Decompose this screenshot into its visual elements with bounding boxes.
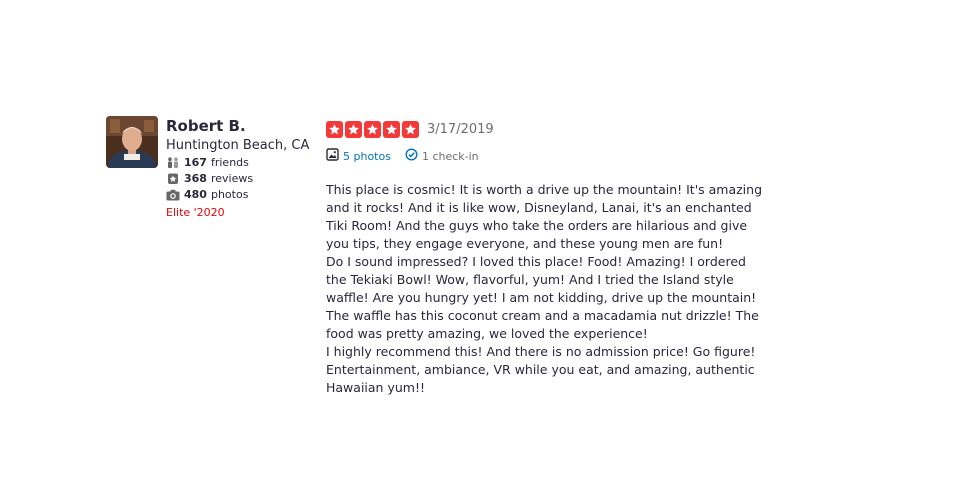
review-line: This place is cosmic! It is worth a driv…: [326, 182, 763, 197]
review-line: Tiki Room! And the guys who take the ord…: [326, 218, 748, 233]
checkin-icon: [405, 148, 418, 164]
review-line: waffle! Are you hungry yet! I am not kid…: [326, 290, 757, 305]
photo-icon: [326, 148, 339, 164]
star-icon: [364, 121, 381, 138]
review-line: and it rocks! And it is like wow, Disney…: [326, 200, 752, 215]
photos-label: photos: [210, 188, 249, 201]
photos-count: 480: [184, 188, 207, 201]
friends-stat: 167 friends: [166, 155, 309, 171]
reviews-stat: 368 reviews: [166, 171, 309, 187]
user-avatar[interactable]: [106, 116, 158, 168]
star-icon: [326, 121, 343, 138]
reviews-label: reviews: [210, 172, 254, 185]
review-line: food was pretty amazing, we loved the ex…: [326, 326, 648, 341]
star-icon: [402, 121, 419, 138]
review-date: 3/17/2019: [427, 122, 494, 137]
review-rating-row: 3/17/2019: [326, 121, 494, 138]
user-info: Robert B. Huntington Beach, CA 167 frien…: [166, 117, 309, 221]
review-star-icon: [166, 173, 180, 185]
review-text: This place is cosmic! It is worth a driv…: [326, 181, 763, 397]
reviews-count: 368: [184, 172, 207, 185]
photos-stat: 480 photos: [166, 187, 309, 203]
star-icon: [345, 121, 362, 138]
camera-icon: [166, 189, 180, 201]
review-line: the Tekiaki Bowl! Wow, flavorful, yum! A…: [326, 272, 734, 287]
review-line: you tips, they engage everyone, and thes…: [326, 236, 724, 251]
star-rating: [326, 121, 421, 138]
user-location: Huntington Beach, CA: [166, 138, 310, 153]
review-line: I highly recommend this! And there is no…: [326, 344, 756, 359]
friends-label: friends: [210, 156, 249, 169]
friends-count: 167: [184, 156, 207, 169]
photos-link[interactable]: 5 photos: [343, 150, 391, 163]
review-line: Do I sound impressed? I loved this place…: [326, 254, 746, 269]
star-icon: [383, 121, 400, 138]
review-line: The waffle has this coconut cream and a …: [326, 308, 759, 323]
user-name[interactable]: Robert B.: [166, 117, 309, 135]
avatar-photo: [106, 116, 158, 168]
review-meta-row: 5 photos 1 check-in: [326, 148, 479, 164]
review-line: Hawaiian yum!!: [326, 380, 425, 395]
checkin-count: 1 check-in: [421, 149, 479, 163]
friends-icon: [166, 157, 180, 169]
elite-badge[interactable]: Elite '2020: [166, 205, 309, 221]
review-line: Entertainment, ambiance, VR while you ea…: [326, 362, 755, 377]
